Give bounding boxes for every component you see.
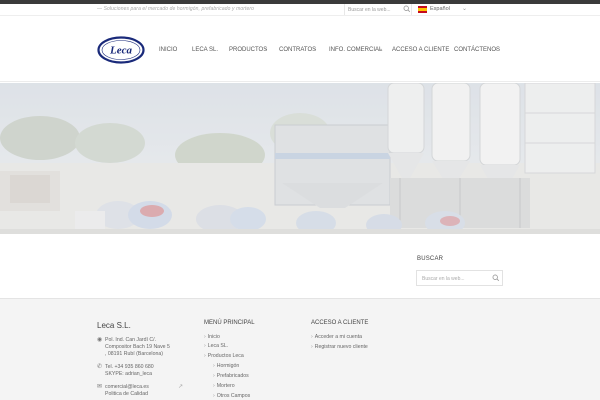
footer-access-login[interactable]: › Acceder a mi cuenta: [311, 334, 362, 340]
footer-address-line-2: Compositor Bach 19 Nave 5: [105, 344, 170, 350]
footer-submenu-label: Hormigón: [216, 363, 240, 369]
footer-menu-label: Productos Leca: [207, 353, 244, 359]
footer-address-line-1: Pol. Ind. Can Jardí C/.: [105, 337, 157, 343]
chevron-right-icon: ›: [213, 383, 215, 389]
footer-submenu-item-mortero[interactable]: › Mortero: [213, 383, 235, 389]
chevron-down-icon: ⌄: [379, 46, 384, 52]
chevron-right-icon: ›: [204, 334, 206, 340]
footer-submenu-label: Otros Campos: [216, 393, 251, 399]
sidebar-search-title: Buscar: [417, 256, 444, 262]
footer-menu-title: Menú Principal: [204, 320, 255, 326]
chevron-right-icon: ›: [213, 373, 215, 379]
site-header: Leca Inicio Leca SL. Productos ⌄ Contrato…: [0, 17, 600, 82]
footer-submenu-item-hormigon[interactable]: › Hormigón: [213, 363, 239, 369]
chevron-right-icon: ›: [204, 343, 206, 349]
chevron-right-icon: ›: [311, 344, 313, 350]
top-bar: — Soluciones para el mercado de hormigón…: [0, 4, 600, 16]
email-icon: ✉: [97, 384, 103, 390]
search-icon[interactable]: [492, 274, 500, 282]
footer-quality-policy-link[interactable]: Politica de Calidad: [105, 391, 148, 397]
footer-menu-item-leca-sl[interactable]: › Leca SL.: [204, 343, 228, 349]
location-pin-icon: ◉: [97, 337, 103, 343]
chevron-right-icon: ›: [213, 393, 215, 399]
search-icon[interactable]: [403, 5, 411, 13]
footer-skype: SKYPE: adrian_leca: [105, 371, 153, 377]
footer-access-title: Acceso a cliente: [311, 320, 369, 326]
concrete-plant-photo: [0, 83, 600, 234]
footer-email-link[interactable]: comercial@leca.es: [105, 384, 149, 390]
sidebar-search-input[interactable]: [422, 274, 488, 283]
footer-address-line-3: , 08191 Rubí (Barcelona): [105, 351, 163, 357]
chevron-down-icon: ⌄: [494, 46, 499, 52]
footer-menu-item-inicio[interactable]: › Inicio: [204, 334, 220, 340]
chevron-down-icon: ⌄: [313, 46, 318, 52]
language-label: Español: [430, 6, 450, 12]
spain-flag-icon: [418, 6, 427, 13]
chevron-right-icon: ›: [311, 334, 313, 340]
language-selector[interactable]: Español ⌄: [418, 5, 474, 15]
top-search-box: [344, 4, 412, 15]
external-link-icon: ↗: [178, 384, 184, 390]
footer-menu-label: Inicio: [207, 334, 220, 340]
chevron-right-icon: ›: [204, 353, 206, 359]
nav-item-info-comercial[interactable]: Info. Comercial ⌄: [329, 46, 384, 53]
hero-image-concrete-plant: [0, 83, 600, 234]
nav-item-productos[interactable]: Productos ⌄: [229, 46, 269, 53]
chevron-right-icon: ›: [213, 363, 215, 369]
nav-label-info-comercial: Info. Comercial: [329, 47, 383, 53]
leca-logo[interactable]: Leca: [97, 36, 145, 64]
footer-submenu-label: Prefabricados: [216, 373, 249, 379]
nav-label-productos: Productos: [229, 47, 268, 53]
footer-submenu-label: Mortero: [216, 383, 235, 389]
footer-menu-item-productos[interactable]: › Productos Leca: [204, 353, 244, 359]
footer-submenu-item-prefabricados[interactable]: › Prefabricados: [213, 373, 249, 379]
nav-item-leca-sl[interactable]: Leca SL.: [192, 47, 218, 53]
footer-access-label: Acceder a mi cuenta: [314, 334, 363, 340]
chevron-down-icon: ⌄: [264, 46, 269, 52]
nav-item-contactenos[interactable]: Contáctenos ⌄: [454, 46, 500, 53]
site-tagline: — Soluciones para el mercado de hormigón…: [97, 6, 255, 12]
nav-label-contratos: Contratos: [279, 47, 317, 53]
site-footer: Leca S.L. ◉ Pol. Ind. Can Jardí C/. Comp…: [0, 298, 600, 400]
chevron-down-icon: ⌄: [462, 6, 468, 12]
footer-company-name: Leca S.L.: [97, 321, 131, 330]
footer-phone: Tel. +34 935 860 680: [105, 364, 154, 370]
main-content: Buscar: [0, 234, 600, 298]
logo-text: Leca: [109, 45, 132, 57]
phone-icon: ✆: [97, 364, 103, 370]
sidebar-search-box: [416, 270, 503, 286]
footer-submenu-item-otros-campos[interactable]: › Otros Campos: [213, 393, 250, 399]
nav-item-contratos[interactable]: Contratos ⌄: [279, 46, 318, 53]
nav-item-inicio[interactable]: Inicio: [159, 47, 177, 53]
footer-access-label: Registrar nuevo cliente: [314, 344, 368, 350]
footer-access-register[interactable]: › Registrar nuevo cliente: [311, 344, 368, 350]
footer-menu-label: Leca SL.: [207, 343, 229, 349]
nav-item-acceso-cliente[interactable]: Acceso a Cliente: [392, 47, 449, 53]
top-search-input[interactable]: [348, 5, 398, 14]
